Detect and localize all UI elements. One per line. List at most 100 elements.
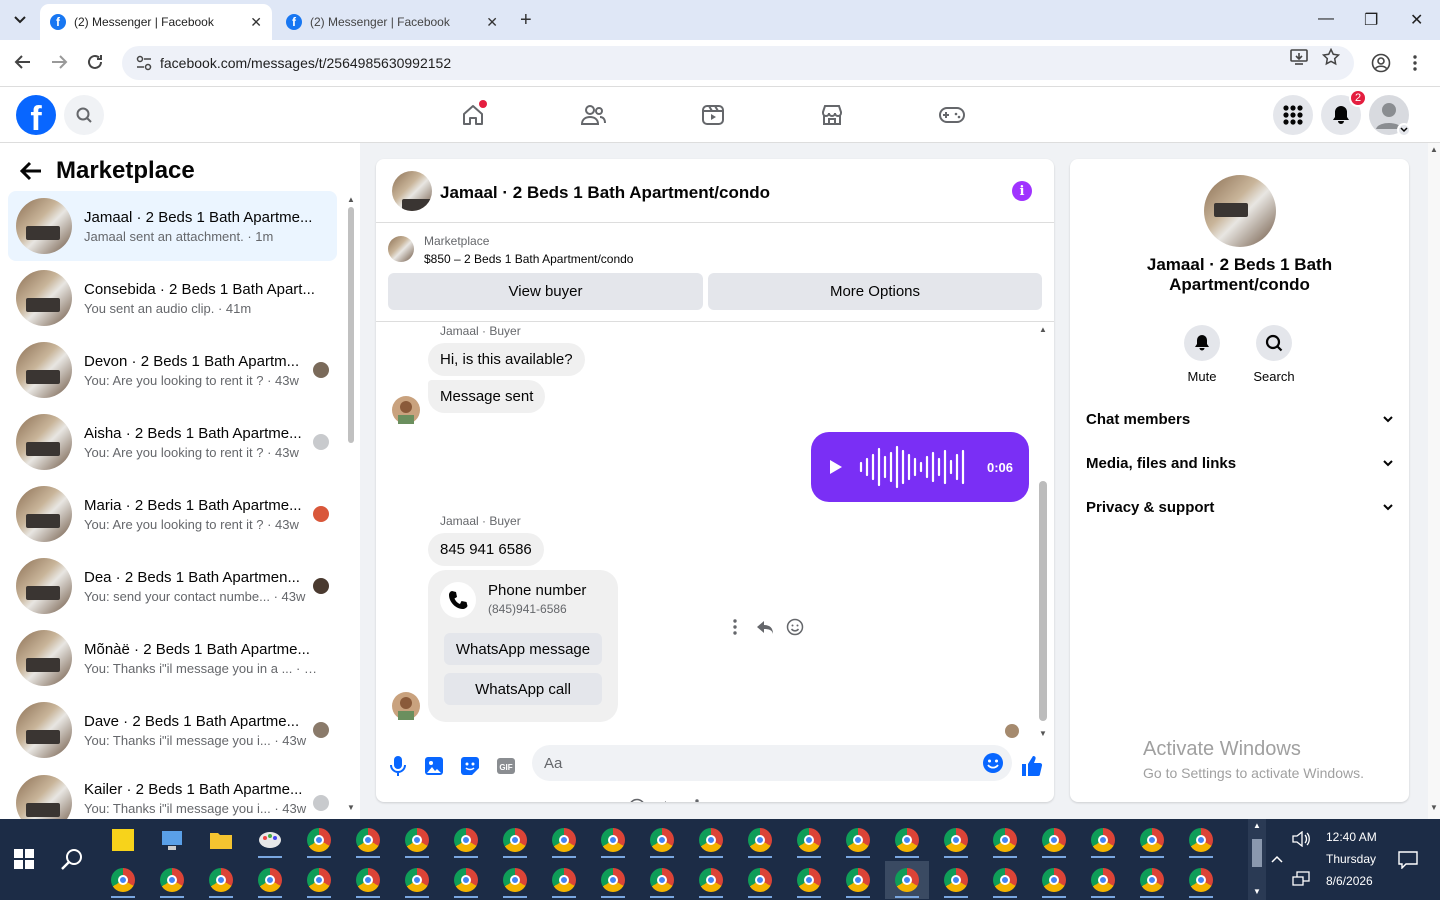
taskbar-chrome[interactable]: [591, 861, 635, 899]
conversation-item[interactable]: Kailer · 2 Beds 1 Bath Apartme... You: Th…: [8, 767, 337, 819]
account-button[interactable]: [1369, 95, 1411, 137]
message-bubble[interactable]: Hi, is this available?: [428, 343, 585, 376]
browser-tab-1[interactable]: f (2) Messenger | Facebook ✕: [40, 4, 272, 40]
forward-button[interactable]: [50, 53, 68, 71]
conversation-item[interactable]: Jamaal · 2 Beds 1 Bath Apartme... Jamaal …: [8, 191, 337, 261]
nav-home[interactable]: [455, 97, 491, 133]
taskbar-chrome[interactable]: [1179, 821, 1223, 859]
chat-members-section[interactable]: Chat members: [1086, 411, 1393, 428]
taskbar-chrome[interactable]: [1130, 821, 1174, 859]
conversation-item[interactable]: Aisha · 2 Beds 1 Bath Apartme... You: Are…: [8, 407, 337, 477]
taskbar-chrome[interactable]: [1179, 861, 1223, 899]
nav-friends[interactable]: [575, 97, 611, 133]
message-input[interactable]: Aa: [532, 745, 1012, 781]
back-button[interactable]: [14, 53, 32, 71]
taskbar-chrome[interactable]: [297, 861, 341, 899]
emoji-icon[interactable]: [982, 752, 1004, 774]
taskbar-chrome[interactable]: [787, 861, 831, 899]
more-options-button[interactable]: More Options: [708, 273, 1042, 310]
taskbar-chrome[interactable]: [346, 821, 390, 859]
nav-video[interactable]: [695, 97, 731, 133]
taskbar-chrome[interactable]: [885, 821, 929, 859]
message-bubble[interactable]: Message sent: [428, 380, 546, 413]
page-scrollbar[interactable]: ▲ ▼: [1428, 143, 1440, 819]
close-tab-icon[interactable]: ✕: [486, 14, 498, 31]
clock-date[interactable]: 8/6/2026: [1326, 874, 1373, 888]
sticker-icon[interactable]: [458, 754, 482, 778]
clock-day[interactable]: Thursday: [1326, 852, 1376, 866]
thumbs-up-icon[interactable]: [1020, 754, 1044, 778]
site-info-icon[interactable]: [136, 55, 152, 71]
taskbar-chrome[interactable]: [346, 861, 390, 899]
show-hidden-icons-chevron[interactable]: [1271, 855, 1283, 863]
audio-message[interactable]: 0:06: [811, 432, 1029, 502]
chat-title[interactable]: Jamaal · 2 Beds 1 Bath Apartment/condo: [440, 183, 770, 203]
photo-icon[interactable]: [422, 754, 446, 778]
chat-avatar[interactable]: [392, 171, 432, 211]
browser-menu-icon[interactable]: [1412, 54, 1418, 72]
taskbar-chrome[interactable]: [787, 821, 831, 859]
conversation-item[interactable]: Consebida · 2 Beds 1 Bath Apart... You se…: [8, 263, 337, 333]
taskbar-chrome[interactable]: [836, 861, 880, 899]
profile-icon[interactable]: [1371, 53, 1391, 73]
mute-button[interactable]: Mute: [1172, 325, 1232, 384]
info-icon[interactable]: i: [1012, 181, 1032, 201]
scrollbar-thumb[interactable]: [348, 207, 354, 443]
bookmark-star-icon[interactable]: [1322, 48, 1340, 66]
conversation-item[interactable]: Mõnàë · 2 Beds 1 Bath Apartme... You: Tha…: [8, 623, 337, 693]
back-arrow-icon[interactable]: [20, 161, 42, 181]
taskbar-chrome[interactable]: [934, 821, 978, 859]
reload-button[interactable]: [86, 53, 104, 71]
taskbar-chrome[interactable]: [689, 861, 733, 899]
taskbar-chrome[interactable]: [983, 821, 1027, 859]
facebook-logo[interactable]: f: [16, 95, 56, 135]
thread-scrollbar[interactable]: ▲ ▼: [1036, 325, 1050, 741]
notifications-button[interactable]: 2: [1321, 89, 1367, 135]
taskbar-paint[interactable]: [248, 821, 292, 859]
taskbar-chrome[interactable]: [101, 861, 145, 899]
taskbar-scrollbar[interactable]: ▲ ▼: [1248, 819, 1266, 900]
react-emoji-icon[interactable]: [786, 618, 804, 636]
taskbar-chrome[interactable]: [1032, 861, 1076, 899]
conversation-item[interactable]: Dave · 2 Beds 1 Bath Apartme... You: Than…: [8, 695, 337, 765]
nav-gaming[interactable]: [934, 97, 970, 133]
menu-button[interactable]: [1273, 95, 1313, 135]
taskbar-chrome[interactable]: [395, 821, 439, 859]
taskbar-chrome[interactable]: [493, 821, 537, 859]
taskbar-chrome[interactable]: [1032, 821, 1076, 859]
close-tab-icon[interactable]: ✕: [250, 14, 262, 31]
message-bubble[interactable]: 845 941 6586: [428, 533, 544, 566]
react-emoji-icon[interactable]: [628, 798, 646, 802]
new-tab-button[interactable]: +: [520, 9, 532, 32]
taskbar-chrome[interactable]: [640, 861, 684, 899]
facebook-search-button[interactable]: [64, 95, 104, 135]
maximize-button[interactable]: ❐: [1364, 10, 1378, 30]
network-icon[interactable]: [1292, 871, 1310, 887]
search-in-conversation-button[interactable]: Search: [1244, 325, 1304, 384]
whatsapp-call-button[interactable]: WhatsApp call: [444, 673, 602, 705]
conversation-item[interactable]: Maria · 2 Beds 1 Bath Apartme... You: Are…: [8, 479, 337, 549]
taskbar-chrome[interactable]: [542, 821, 586, 859]
gif-icon[interactable]: GIF: [494, 754, 518, 778]
privacy-support-section[interactable]: Privacy & support: [1086, 499, 1393, 516]
install-app-icon[interactable]: [1290, 48, 1308, 66]
taskbar-chrome[interactable]: [591, 821, 635, 859]
taskbar-computer[interactable]: [150, 821, 194, 859]
more-options-icon[interactable]: [688, 798, 706, 802]
reply-icon[interactable]: [756, 618, 774, 636]
taskbar-sticky-notes[interactable]: [101, 821, 145, 859]
taskbar-chrome[interactable]: [150, 861, 194, 899]
nav-marketplace[interactable]: [814, 97, 850, 133]
browser-tab-2[interactable]: f (2) Messenger | Facebook ✕: [276, 4, 508, 40]
taskbar-chrome[interactable]: [689, 821, 733, 859]
taskbar-chrome-active[interactable]: [885, 861, 929, 899]
taskbar-chrome[interactable]: [444, 821, 488, 859]
taskbar-chrome[interactable]: [1130, 861, 1174, 899]
more-options-icon[interactable]: [726, 618, 744, 636]
omnibox[interactable]: facebook.com/messages/t/2564985630992152: [122, 46, 1354, 80]
conversation-item[interactable]: Dea · 2 Beds 1 Bath Apartmen... You: send…: [8, 551, 337, 621]
taskbar-chrome[interactable]: [983, 861, 1027, 899]
taskbar-chrome[interactable]: [199, 861, 243, 899]
taskbar-chrome[interactable]: [444, 861, 488, 899]
taskbar-chrome[interactable]: [836, 821, 880, 859]
